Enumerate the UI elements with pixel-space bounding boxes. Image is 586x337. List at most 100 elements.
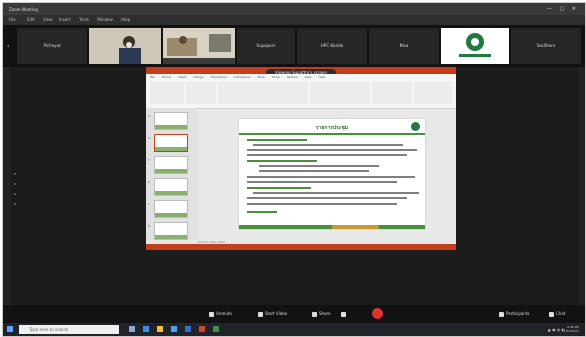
- menu-window[interactable]: Window: [97, 17, 113, 22]
- taskbar-clock[interactable]: 4:46 PM 7/15/2021: [564, 325, 579, 333]
- participant-video-frame: [89, 28, 161, 64]
- slide-text-line: [247, 176, 415, 178]
- window-title: Zoom Meeting: [9, 7, 38, 12]
- slide-thumbnail[interactable]: [154, 178, 188, 196]
- chat-button[interactable]: Chat: [549, 311, 565, 317]
- participant-tile[interactable]: HPC-Kanda: [297, 28, 367, 64]
- zoom-screen: Zoom Meeting — ▢ ✕ File Edit View Insert…: [2, 2, 586, 337]
- ribbon-group-slides[interactable]: [186, 82, 216, 104]
- ppt-ribbon-tabs[interactable]: File Home Insert Design Transitions Anim…: [150, 75, 325, 79]
- task-view-icon[interactable]: [129, 326, 135, 332]
- menu-file[interactable]: File: [9, 17, 16, 22]
- slide-text-line: [247, 203, 397, 205]
- participant-name: Pichayut: [43, 43, 61, 48]
- side-toolbar-dot[interactable]: [14, 183, 16, 185]
- menu-bar: File Edit View Insert Tools Window Help: [3, 15, 585, 25]
- slide-text-line: [247, 139, 307, 141]
- slide-text-line: [247, 149, 417, 151]
- participant-name: HPC-Kanda: [320, 43, 344, 48]
- search-placeholder: Type here to search: [29, 327, 69, 332]
- windows-taskbar: Type here to search ▲ ◉ ◍ ◐ 4:46 PM 7/15…: [3, 323, 585, 336]
- slide-number: 5: [148, 158, 150, 162]
- participant-logo-tile[interactable]: [441, 28, 509, 64]
- taskbar-search-box[interactable]: Type here to search: [19, 325, 119, 334]
- unmute-button[interactable]: Unmute: [209, 311, 232, 317]
- leave-meeting-button[interactable]: [372, 308, 383, 319]
- slide-header-band: [239, 133, 425, 135]
- slide-text-line: [247, 154, 407, 156]
- share-screen-icon: [312, 311, 317, 317]
- side-toolbar-dot[interactable]: [14, 193, 16, 195]
- slide-text-line: [247, 187, 311, 189]
- participant-tile[interactable]: Pichayut: [17, 28, 87, 64]
- powerpoint-app-icon[interactable]: [199, 326, 205, 332]
- participant-tile[interactable]: Nisa: [369, 28, 439, 64]
- slide-text-line: [247, 160, 317, 162]
- menu-insert[interactable]: Insert: [59, 17, 70, 22]
- slide-text-line: [253, 192, 419, 194]
- slide-number: 3: [148, 114, 150, 118]
- participant-strip: ‹ Pichayut Supaporn HPC-Kanda Nisa Sasit…: [3, 25, 585, 67]
- slide-thumbnail[interactable]: [154, 222, 188, 240]
- organization-logo-icon: [459, 33, 491, 57]
- meeting-controls: Unmute Start Video Share Participants Ch…: [3, 305, 585, 323]
- slide-text-line: [259, 165, 379, 167]
- chat-icon: [549, 311, 554, 317]
- slide-footer-band: [239, 225, 425, 229]
- slide-text-line: [247, 181, 397, 183]
- slide-thumbnail[interactable]: [154, 112, 188, 130]
- slide-text-line: [247, 197, 407, 199]
- zoom-app-icon[interactable]: [185, 326, 191, 332]
- share-button[interactable]: Share: [312, 311, 331, 317]
- microphone-icon: [209, 311, 214, 317]
- ribbon-group-font[interactable]: [218, 82, 308, 104]
- windows-start-icon[interactable]: [7, 326, 13, 332]
- slide-number: 7: [148, 202, 150, 206]
- slide-title: รายการประชุม: [315, 125, 349, 131]
- participants-button[interactable]: Participants: [499, 311, 530, 317]
- edge-browser-icon[interactable]: [143, 326, 149, 332]
- participant-video-tile[interactable]: [163, 28, 235, 64]
- menu-help[interactable]: Help: [121, 17, 130, 22]
- slide-text-line: [247, 211, 277, 213]
- title-bar: Zoom Meeting — ▢ ✕: [3, 3, 585, 15]
- participant-tile[interactable]: Sasithorn: [511, 28, 581, 64]
- slide-text-line: [259, 170, 369, 172]
- excel-app-icon[interactable]: [213, 326, 219, 332]
- slide-number: 8: [148, 224, 150, 228]
- side-toolbar-dot[interactable]: [14, 203, 16, 205]
- participants-icon: [499, 311, 504, 317]
- slide-number: 6: [148, 180, 150, 184]
- participant-tile[interactable]: Supaporn: [237, 28, 295, 64]
- participant-name: Supaporn: [256, 43, 276, 48]
- window-controls[interactable]: — ▢ ✕: [547, 6, 579, 12]
- ribbon-group-paragraph[interactable]: [310, 82, 370, 104]
- menu-edit[interactable]: Edit: [27, 17, 35, 22]
- slide-text-line: [253, 144, 403, 146]
- slide-thumbnail-selected[interactable]: [154, 134, 188, 152]
- current-slide[interactable]: รายการประชุม: [239, 119, 425, 229]
- participant-name: Nisa: [399, 43, 409, 48]
- powerpoint-window: Viewing Supattra's screen File Home Inse…: [146, 67, 456, 250]
- participant-video-tile[interactable]: [89, 28, 161, 64]
- ppt-ribbon: File Home Insert Design Transitions Anim…: [146, 74, 456, 109]
- video-camera-icon: [258, 311, 263, 317]
- strip-left-arrow-icon[interactable]: ‹: [7, 43, 9, 50]
- start-video-button[interactable]: Start Video: [258, 311, 287, 317]
- ribbon-group-editing[interactable]: [414, 82, 452, 104]
- slide-thumbnail-panel: 3 4 5 6 7 8: [146, 108, 198, 240]
- side-toolbar-dot[interactable]: [14, 173, 16, 175]
- system-tray-icons[interactable]: ▲ ◉ ◍ ◐: [548, 327, 565, 332]
- slide-thumbnail[interactable]: [154, 200, 188, 218]
- mail-icon[interactable]: [171, 326, 177, 332]
- ppt-status-bar: [146, 244, 456, 250]
- ribbon-group-drawing[interactable]: [372, 82, 412, 104]
- ribbon-group-clipboard[interactable]: [150, 82, 184, 104]
- file-explorer-icon[interactable]: [157, 326, 163, 332]
- clock-date: 7/15/2021: [563, 329, 579, 333]
- more-button[interactable]: [341, 311, 348, 317]
- menu-view[interactable]: View: [43, 17, 53, 22]
- slide-thumbnail[interactable]: [154, 156, 188, 174]
- participant-name: Sasithorn: [536, 43, 556, 48]
- menu-tools[interactable]: Tools: [79, 17, 89, 22]
